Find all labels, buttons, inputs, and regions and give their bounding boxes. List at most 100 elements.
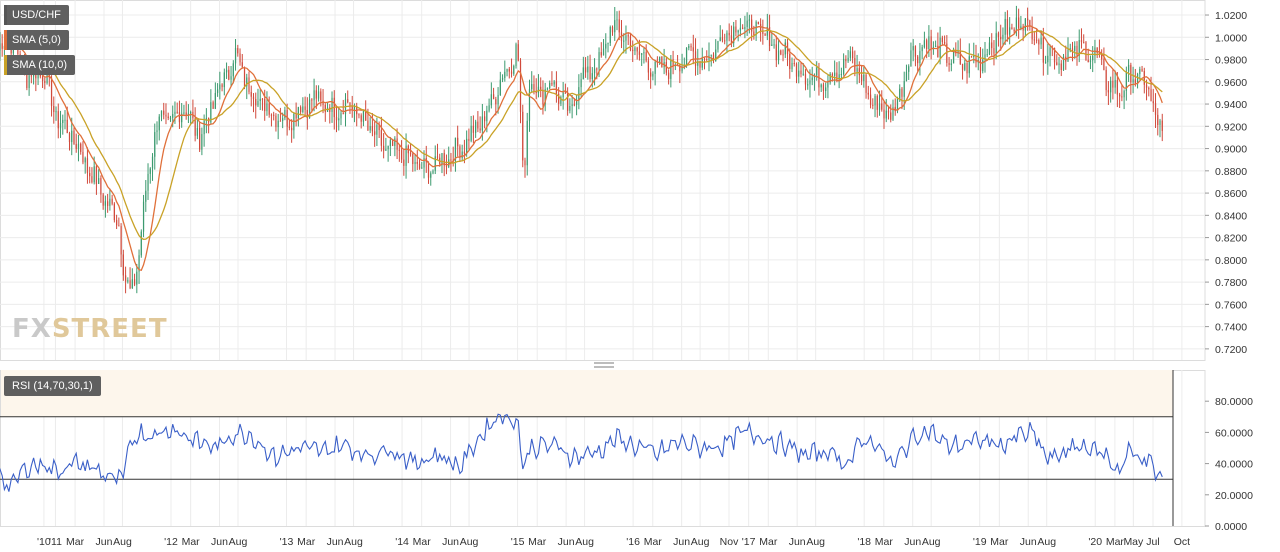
candle-body xyxy=(827,82,829,88)
candle-body xyxy=(789,53,791,70)
candle-body xyxy=(468,138,470,141)
candle-body xyxy=(1058,63,1060,65)
candle-body xyxy=(118,225,120,227)
candle-body xyxy=(239,53,241,63)
time-axis: '10'11 Mar Jun Aug '12 Mar Jun Aug '13 Mar Jun Aug '… xyxy=(37,536,1190,548)
candle-body xyxy=(1105,69,1107,91)
candle-body xyxy=(510,71,513,74)
candle-body xyxy=(899,88,901,99)
legend-rsi-label: RSI (14,70,30,1) xyxy=(12,380,93,392)
candle-body xyxy=(856,68,858,72)
candle-body xyxy=(203,120,205,135)
candle-body xyxy=(742,27,744,30)
candle-body xyxy=(340,113,342,119)
chart-root: 1.0200 1.0000 0.9800 0.9600 0.9400 0.9200 0.90… xyxy=(0,0,1280,552)
candle-body xyxy=(526,120,528,166)
candle-body xyxy=(167,116,169,119)
candle-body xyxy=(986,54,988,56)
candle-body xyxy=(190,111,192,114)
candle-body xyxy=(158,116,160,131)
candle-body xyxy=(1159,120,1161,125)
candle-body xyxy=(497,95,499,105)
time-tick-label: Jun xyxy=(558,536,575,548)
candle-body xyxy=(423,157,425,168)
candle-body xyxy=(1015,17,1018,32)
candle-body xyxy=(131,279,133,289)
candle-body xyxy=(587,66,589,73)
legend-sma10[interactable]: SMA (10,0) xyxy=(4,55,76,75)
pane-resize-handle[interactable] xyxy=(594,362,614,368)
candle-body xyxy=(28,75,30,89)
candle-body xyxy=(127,280,129,282)
candle-body xyxy=(751,19,753,32)
candle-body xyxy=(739,27,742,31)
candle-body xyxy=(335,117,338,121)
time-tick-label: May xyxy=(1123,536,1144,548)
time-tick-label: Mar xyxy=(182,536,201,548)
legend-rsi[interactable]: RSI (14,70,30,1) xyxy=(4,376,101,396)
candle-body xyxy=(764,33,766,36)
candle-body xyxy=(104,201,107,206)
price-tick-label: 0.9000 xyxy=(1215,144,1247,156)
candle-body xyxy=(952,50,955,64)
rsi-axis: 80.0000 60.0000 40.0000 20.0000 0.0000 xyxy=(1205,396,1253,533)
candle-body xyxy=(107,201,109,206)
candle-body xyxy=(982,59,984,72)
candle-body xyxy=(454,137,457,161)
legend-sma5[interactable]: SMA (5,0) xyxy=(4,30,69,50)
candle-body xyxy=(546,88,549,90)
candle-body xyxy=(865,74,867,93)
candle-body xyxy=(261,98,264,100)
candle-body xyxy=(887,110,890,113)
candle-body xyxy=(997,33,1000,37)
candle-body xyxy=(753,31,755,36)
candle-body xyxy=(342,113,344,115)
candle-body xyxy=(730,35,733,44)
candle-body xyxy=(611,27,614,33)
candle-body xyxy=(757,21,759,25)
candle-body xyxy=(802,73,804,75)
candle-body xyxy=(62,119,64,123)
candle-body xyxy=(928,36,930,49)
candle-body xyxy=(264,98,266,112)
legend-instrument[interactable]: USD/CHF xyxy=(4,5,69,25)
candle-body xyxy=(670,58,672,79)
candle-body xyxy=(398,149,400,151)
candle-body xyxy=(376,124,378,135)
candle-body xyxy=(591,73,593,80)
candle-body xyxy=(636,47,638,52)
candle-body xyxy=(820,84,822,88)
candle-body xyxy=(804,73,807,85)
time-tick-label: Aug xyxy=(113,536,132,548)
watermark-word: STREET xyxy=(51,314,168,344)
time-tick-label: Jun xyxy=(96,536,113,548)
candle-body xyxy=(219,84,221,90)
candle-body xyxy=(564,92,567,94)
candle-body xyxy=(1047,55,1049,63)
candle-body xyxy=(1040,37,1042,45)
candle-body xyxy=(941,37,943,43)
candle-body xyxy=(59,122,62,129)
candle-body xyxy=(522,111,524,161)
candle-body xyxy=(457,137,459,147)
price-chart[interactable]: 1.0200 1.0000 0.9800 0.9600 0.9400 0.9200 0.90… xyxy=(0,0,1280,552)
candle-body xyxy=(872,104,874,106)
candle-body xyxy=(874,95,876,106)
candle-body xyxy=(825,87,827,91)
candle-body xyxy=(154,132,156,157)
candle-body xyxy=(816,67,818,76)
candle-body xyxy=(133,279,136,285)
candle-body xyxy=(113,203,115,221)
candle-body xyxy=(1027,18,1029,21)
price-tick-label: 0.7600 xyxy=(1215,299,1247,311)
candle-body xyxy=(811,77,813,81)
candle-body xyxy=(780,50,782,55)
candle-body xyxy=(1074,45,1076,51)
price-tick-label: 0.7400 xyxy=(1215,322,1247,334)
candle-body xyxy=(82,151,84,163)
rsi-tick-label: 0.0000 xyxy=(1215,521,1247,533)
candle-body xyxy=(225,69,228,73)
candle-body xyxy=(414,161,416,165)
candle-body xyxy=(798,70,800,77)
candle-body xyxy=(721,37,724,41)
